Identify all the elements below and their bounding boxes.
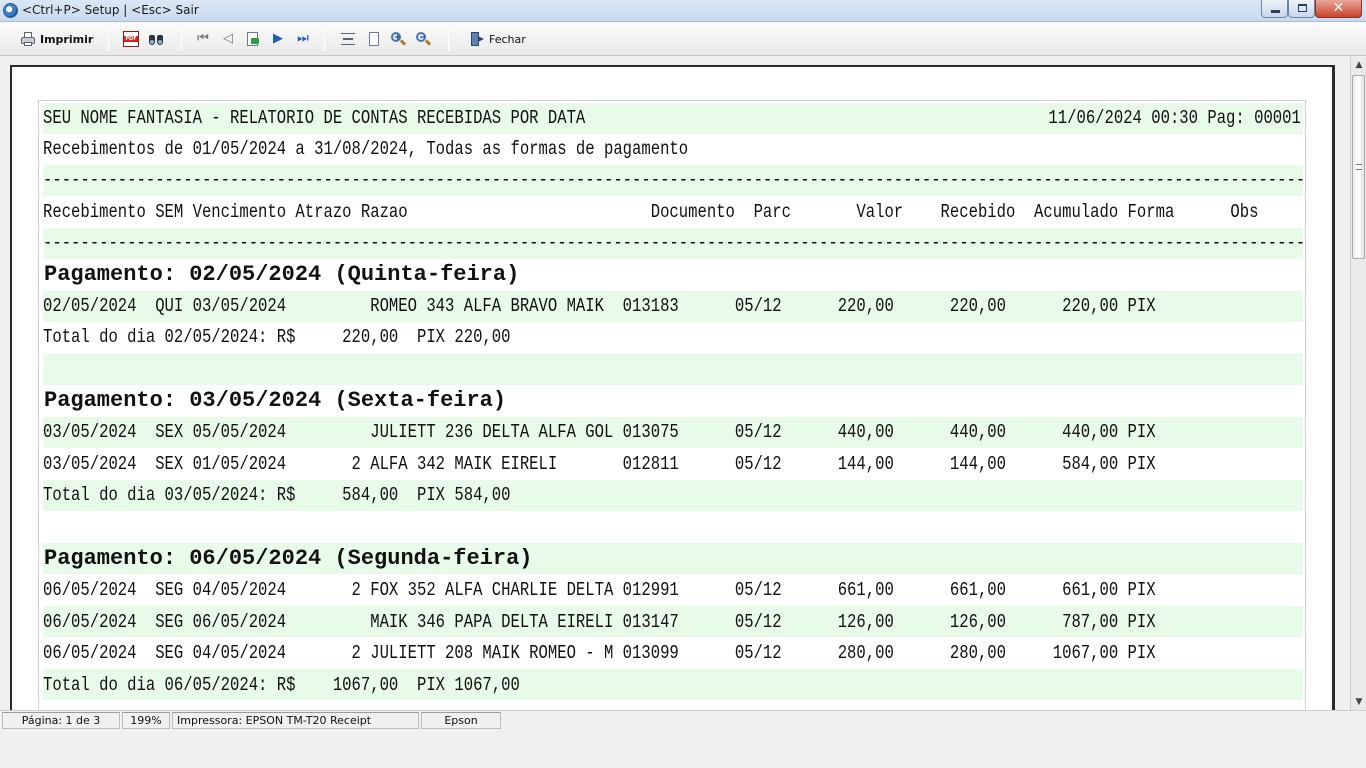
scroll-down-arrow-icon[interactable]: ▼ [1351,694,1366,710]
scroll-thumb[interactable] [1352,75,1365,259]
toolbar: Imprimir PDF ⏮ ◁ ▶ ⏭ + − Fechar [0,22,1366,56]
group-heading: Pagamento: 03/05/2024 (Sexta-feira) [44,388,507,413]
day-total: Total do dia 02/05/2024: R$ 220,00 PIX 2… [43,326,511,348]
previous-page-icon: ◁ [223,31,233,46]
printer-icon [20,31,36,47]
whole-page-icon [366,31,382,47]
toolbar-separator [108,27,109,51]
print-button[interactable]: Imprimir [20,29,93,49]
maximize-icon [1298,4,1307,12]
export-pdf-button[interactable]: PDF [123,29,139,49]
column-headers: Recebimento SEM Vencimento Atrazo Razao … [43,201,1259,223]
status-printer: Impressora: EPSON TM-T20 Receipt [172,712,419,729]
window-bottom [0,729,1366,768]
table-row: 02/05/2024 QUI 03/05/2024 ROMEO 343 ALFA… [43,295,1156,317]
day-total: Total do dia 03/05/2024: R$ 584,00 PIX 5… [43,484,511,506]
group-heading: Pagamento: 06/05/2024 (Segunda-feira) [44,546,533,571]
vertical-scrollbar[interactable]: ▲ ▼ [1350,57,1366,710]
title-bar: <Ctrl+P> Setup | <Esc> Sair ✕ [0,0,1366,22]
exit-door-icon [469,31,485,47]
binoculars-icon [148,31,164,47]
report-preview[interactable]: SEU NOME FANTASIA - RELATORIO DE CONTAS … [0,57,1350,710]
go-to-page-icon [245,31,261,47]
zoom-out-button[interactable]: − [415,29,432,49]
separator-line: ----------------------------------------… [43,232,1303,254]
minimize-button[interactable] [1261,0,1288,18]
last-page-button[interactable]: ⏭ [295,29,311,49]
separator-line: ----------------------------------------… [43,169,1303,191]
report-subtitle: Recebimentos de 01/05/2024 a 31/08/2024,… [43,138,689,160]
minimize-icon [1271,10,1280,13]
table-row: 03/05/2024 SEX 01/05/2024 2 ALFA 342 MAI… [43,453,1156,475]
page-width-button[interactable] [340,29,356,49]
close-preview-button[interactable]: Fechar [469,29,526,49]
scroll-up-arrow-icon[interactable]: ▲ [1351,57,1366,73]
toolbar-separator [448,27,449,51]
report-datetime-page: 11/06/2024 00:30 Pag: 00001 [1048,107,1301,129]
app-icon [3,3,18,18]
find-button[interactable] [148,29,164,49]
status-page: Página: 1 de 3 [2,712,120,729]
report-body: SEU NOME FANTASIA - RELATORIO DE CONTAS … [38,100,1306,710]
table-row: 06/05/2024 SEG 04/05/2024 2 FOX 352 ALFA… [43,579,1156,601]
page-width-icon [340,31,356,47]
table-row: 06/05/2024 SEG 06/05/2024 MAIK 346 PAPA … [43,611,1156,633]
report-page: SEU NOME FANTASIA - RELATORIO DE CONTAS … [10,65,1335,710]
zoom-out-icon: − [415,31,432,47]
next-page-icon: ▶ [273,31,283,46]
pdf-icon: PDF [123,31,139,47]
toolbar-separator [181,27,182,51]
status-port: Epson [421,712,501,729]
next-page-button[interactable]: ▶ [270,29,286,49]
row-stripe [43,354,1303,385]
print-label: Imprimir [40,32,94,46]
whole-page-button[interactable] [366,29,382,49]
toolbar-separator [324,27,325,51]
status-zoom: 199% [122,712,170,729]
window-title: <Ctrl+P> Setup | <Esc> Sair [22,3,199,17]
go-to-page-button[interactable] [245,29,261,49]
status-bar: Página: 1 de 3 199% Impressora: EPSON TM… [0,710,1366,729]
maximize-button[interactable] [1288,0,1315,18]
zoom-in-icon: + [390,31,407,47]
group-heading: Pagamento: 02/05/2024 (Quinta-feira) [44,262,520,287]
close-preview-label: Fechar [489,32,526,46]
close-button[interactable]: ✕ [1315,0,1362,18]
first-page-icon: ⏮ [197,31,209,46]
table-row: 06/05/2024 SEG 04/05/2024 2 JULIETT 208 … [43,642,1156,664]
first-page-button[interactable]: ⏮ [195,29,211,49]
previous-page-button[interactable]: ◁ [220,29,236,49]
close-icon: ✕ [1332,0,1345,16]
table-row: 03/05/2024 SEX 05/05/2024 JULIETT 236 DE… [43,421,1156,443]
zoom-in-button[interactable]: + [390,29,407,49]
day-total: Total do dia 06/05/2024: R$ 1067,00 PIX … [43,674,520,696]
last-page-icon: ⏭ [297,31,309,46]
